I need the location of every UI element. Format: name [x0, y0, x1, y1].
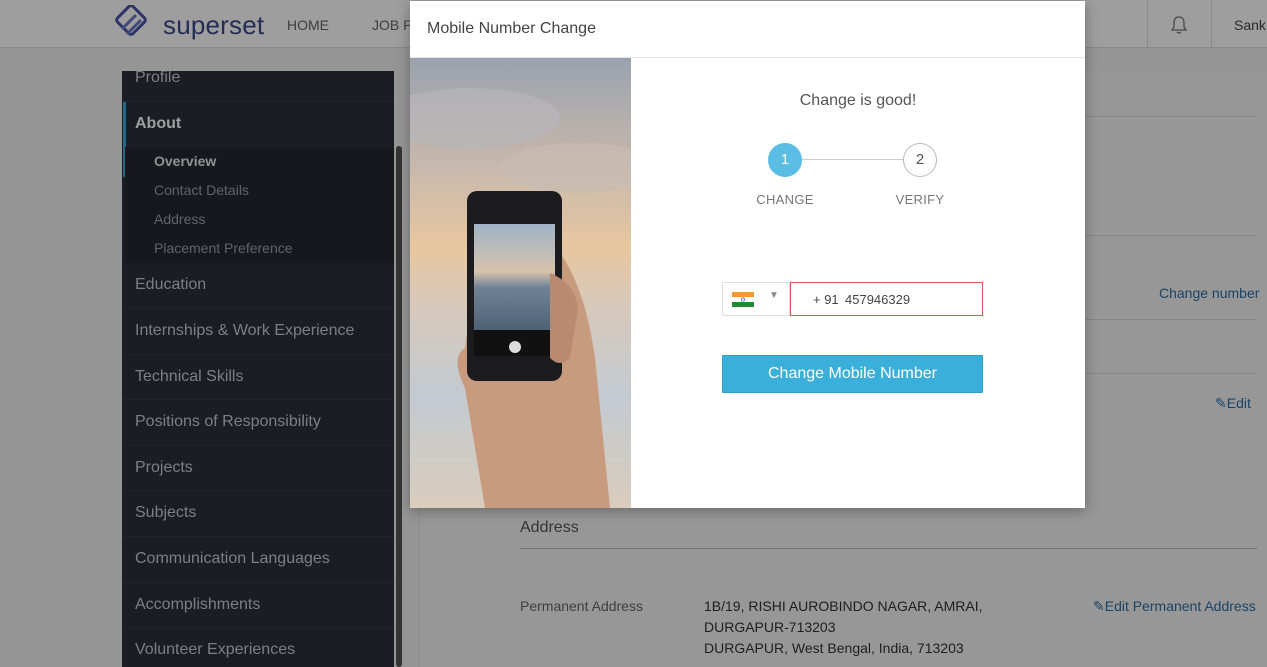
- hand-holding-phone-image: [410, 58, 631, 508]
- modal-content: Change is good! 1 2 CHANGE VERIFY ▼ + 91…: [631, 58, 1085, 508]
- modal-title: Mobile Number Change: [427, 20, 596, 37]
- step-1-label: CHANGE: [756, 192, 814, 207]
- change-mobile-number-button[interactable]: Change Mobile Number: [722, 355, 983, 393]
- modal-header: Mobile Number Change: [410, 1, 1085, 58]
- mobile-number-input[interactable]: + 91 457946329: [790, 282, 983, 316]
- country-code-select[interactable]: ▼: [722, 282, 790, 316]
- caret-down-icon: ▼: [769, 290, 779, 301]
- mobile-number-change-modal: Mobile Number Change Change is good! 1 2…: [410, 1, 1085, 508]
- step-2-label: VERIFY: [895, 192, 945, 207]
- step-2-indicator: 2: [903, 143, 937, 177]
- tagline: Change is good!: [799, 92, 917, 109]
- mobile-number-value: 457946329: [845, 292, 911, 307]
- country-dial-prefix: + 91: [813, 292, 839, 307]
- step-1-indicator: 1: [768, 143, 802, 177]
- india-flag-icon: [732, 292, 754, 307]
